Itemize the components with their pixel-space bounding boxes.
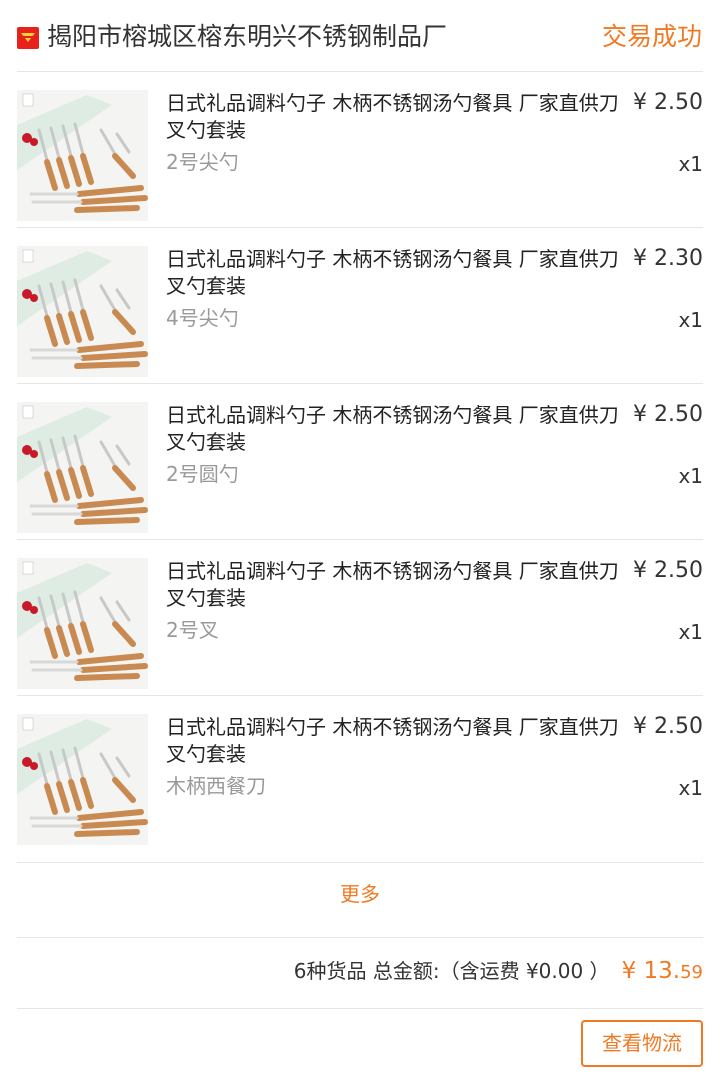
product-price: ¥ 2.50 (633, 90, 703, 115)
order-status: 交易成功 (601, 22, 702, 51)
order-total: ¥ 13.59 (622, 958, 703, 984)
product-quantity: x1 (678, 776, 703, 800)
product-quantity: x1 (678, 152, 703, 176)
product-quantity: x1 (678, 308, 703, 332)
product-title[interactable]: 日式礼品调料勺子 木柄不锈钢汤勺餐具 厂家直供刀叉勺套装 (166, 714, 622, 768)
product-title[interactable]: 日式礼品调料勺子 木柄不锈钢汤勺餐具 厂家直供刀叉勺套装 (166, 246, 622, 300)
order-summary: 6种货品 总金额:（含运费 ¥0.00 ） ¥ 13.59 (294, 953, 703, 991)
summary-text: 6种货品 总金额:（含运费 ¥0.00 ） (293, 959, 610, 983)
total-cents: 59 (680, 962, 703, 983)
order-item[interactable]: 日式礼品调料勺子 木柄不锈钢汤勺餐具 厂家直供刀叉勺套装 4号尖勺 ¥ 2.30… (0, 228, 720, 384)
product-title[interactable]: 日式礼品调料勺子 木柄不锈钢汤勺餐具 厂家直供刀叉勺套装 (166, 90, 622, 144)
product-quantity: x1 (678, 464, 703, 488)
product-sku: 4号尖勺 (166, 306, 239, 330)
product-thumbnail[interactable] (17, 558, 148, 689)
product-thumbnail[interactable] (17, 714, 148, 845)
product-quantity: x1 (678, 620, 703, 644)
divider (17, 862, 703, 863)
order-item[interactable]: 日式礼品调料勺子 木柄不锈钢汤勺餐具 厂家直供刀叉勺套装 2号圆勺 ¥ 2.50… (0, 384, 720, 540)
product-sku: 2号叉 (166, 618, 219, 642)
product-thumbnail[interactable] (17, 90, 148, 221)
divider (17, 937, 703, 938)
product-sku: 2号圆勺 (166, 462, 239, 486)
shop-icon[interactable] (17, 27, 39, 49)
order-item[interactable]: 日式礼品调料勺子 木柄不锈钢汤勺餐具 厂家直供刀叉勺套装 2号叉 ¥ 2.50 … (0, 540, 720, 696)
product-price: ¥ 2.50 (633, 558, 703, 583)
more-items-link[interactable]: 更多 (0, 877, 720, 911)
product-price: ¥ 2.50 (633, 402, 703, 427)
order-header: 揭阳市榕城区榕东明兴不锈钢制品厂 交易成功 (0, 0, 720, 72)
product-thumbnail[interactable] (17, 246, 148, 377)
product-price: ¥ 2.50 (633, 714, 703, 739)
divider (17, 1008, 703, 1009)
product-thumbnail[interactable] (17, 402, 148, 533)
shop-name[interactable]: 揭阳市榕城区榕东明兴不锈钢制品厂 (47, 18, 447, 56)
view-logistics-button[interactable]: 查看物流 (581, 1020, 703, 1067)
product-price: ¥ 2.30 (633, 246, 703, 271)
total-main: ¥ 13. (621, 958, 681, 984)
order-item[interactable]: 日式礼品调料勺子 木柄不锈钢汤勺餐具 厂家直供刀叉勺套装 2号尖勺 ¥ 2.50… (0, 72, 720, 228)
order-item[interactable]: 日式礼品调料勺子 木柄不锈钢汤勺餐具 厂家直供刀叉勺套装 木柄西餐刀 ¥ 2.5… (0, 696, 720, 852)
product-sku: 木柄西餐刀 (166, 774, 266, 798)
product-title[interactable]: 日式礼品调料勺子 木柄不锈钢汤勺餐具 厂家直供刀叉勺套装 (166, 402, 622, 456)
product-title[interactable]: 日式礼品调料勺子 木柄不锈钢汤勺餐具 厂家直供刀叉勺套装 (166, 558, 622, 612)
product-sku: 2号尖勺 (166, 150, 239, 174)
